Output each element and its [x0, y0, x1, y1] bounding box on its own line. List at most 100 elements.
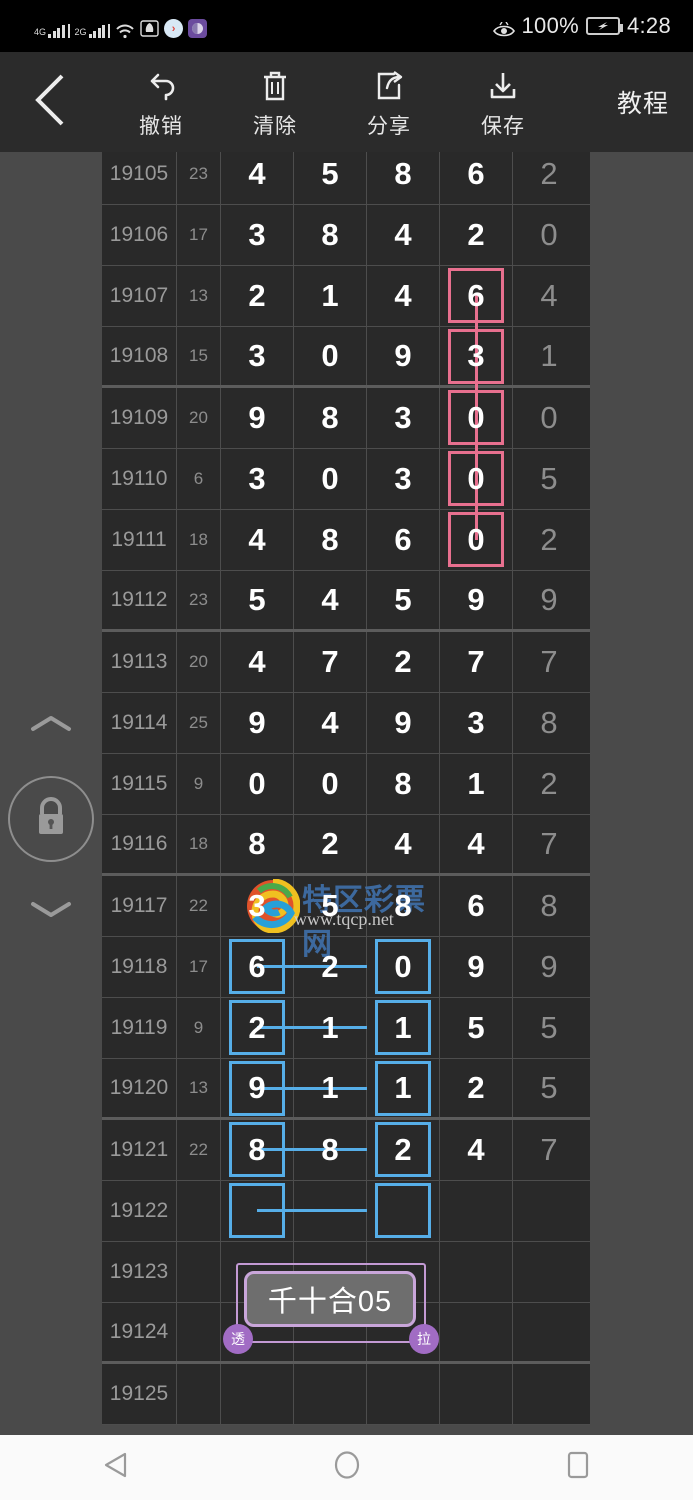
cell-digit[interactable]: 5	[367, 571, 440, 629]
cell-digit[interactable]	[440, 1242, 513, 1302]
cell-digit[interactable]	[440, 1303, 513, 1361]
cell-digit[interactable]: 3	[440, 693, 513, 753]
cell-digit[interactable]: 8	[367, 876, 440, 936]
cell-digit[interactable]: 9	[440, 571, 513, 629]
table-row[interactable]: 19116 18 8 2 4 4 7	[102, 815, 590, 876]
table-row[interactable]: 19120 13 9 1 1 2 5	[102, 1059, 590, 1120]
lottery-grid-table[interactable]: 19105 23 4 5 8 6 2 19106 17 3 8 4 2 0 19107 13 2 1 4 6 4 1910…	[102, 152, 590, 1425]
cell-digit[interactable]: 3	[367, 388, 440, 448]
cell-digit[interactable]: 5	[440, 998, 513, 1058]
cell-digit[interactable]: 4	[440, 815, 513, 873]
cell-digit[interactable]: 4	[294, 693, 367, 753]
cell-digit[interactable]: 9	[440, 937, 513, 997]
nav-recents-button[interactable]	[543, 1435, 613, 1500]
table-row[interactable]: 19109 20 9 8 3 0 0	[102, 382, 590, 456]
lock-control[interactable]	[4, 714, 98, 924]
cell-digit[interactable]: 4	[221, 510, 294, 570]
table-row[interactable]: 19114 25 9 4 9 3 8	[102, 693, 590, 754]
cell-digit[interactable]: 7	[440, 632, 513, 692]
lock-button[interactable]	[8, 776, 94, 862]
table-row[interactable]: 19106 17 3 8 4 2 0	[102, 205, 590, 266]
cell-digit[interactable]: 9	[367, 693, 440, 753]
cell-digit[interactable]: 7	[294, 632, 367, 692]
cell-digit[interactable]	[221, 1364, 294, 1424]
cell-digit[interactable]	[440, 1364, 513, 1424]
cell-digit[interactable]: 6	[367, 510, 440, 570]
cell-digit[interactable]: 5	[221, 571, 294, 629]
cell-digit[interactable]: 0	[440, 443, 513, 517]
cell-digit[interactable]: 5	[294, 152, 367, 204]
table-row[interactable]: 19115 9 0 0 8 1 2	[102, 754, 590, 815]
table-row[interactable]: 19105 23 4 5 8 6 2	[102, 152, 590, 205]
save-button[interactable]: 保存	[446, 52, 560, 152]
cell-digit[interactable]: 4	[367, 205, 440, 265]
cell-digit[interactable]: 8	[221, 1120, 367, 1180]
label-widget[interactable]: 千十合05 透 拉	[223, 1263, 439, 1354]
cell-digit[interactable]: 8	[294, 205, 367, 265]
cell-digit[interactable]: 2	[367, 632, 440, 692]
cell-digit[interactable]	[294, 1364, 367, 1424]
table-row[interactable]: 19122	[102, 1181, 590, 1242]
cell-digit[interactable]: 0	[294, 449, 367, 509]
cell-digit[interactable]: 8	[221, 815, 294, 873]
cell-digit[interactable]: 2	[440, 1059, 513, 1117]
cell-digit[interactable]: 3	[440, 321, 513, 395]
cell-digit[interactable]: 4	[221, 152, 294, 204]
cell-digit[interactable]: 8	[294, 388, 367, 448]
cell-digit[interactable]: 3	[221, 327, 294, 385]
cell-digit[interactable]: 0	[440, 504, 513, 570]
cell-digit[interactable]: 6	[440, 876, 513, 936]
table-row[interactable]: 19108 15 3 0 9 3 1	[102, 321, 590, 395]
cell-digit[interactable]: 1	[440, 754, 513, 814]
cell-digit[interactable]: 2	[221, 266, 294, 326]
cell-digit[interactable]: 6	[440, 266, 513, 334]
cell-digit[interactable]: 8	[367, 152, 440, 204]
table-row[interactable]: 19119 9 2 1 1 5 5	[102, 998, 590, 1059]
table-row[interactable]: 19110 6 3 0 3 0 5	[102, 443, 590, 517]
table-row[interactable]: 19118 17 6 2 0 9 9	[102, 937, 590, 998]
cell-digit[interactable]: 4	[294, 571, 367, 629]
table-row[interactable]: 19113 20 4 7 2 7 7	[102, 632, 590, 693]
cell-digit[interactable]: 1	[294, 266, 367, 326]
share-button[interactable]: 分享	[332, 52, 446, 152]
cell-digit[interactable]: 3	[367, 449, 440, 509]
cell-digit[interactable]: 4	[367, 266, 440, 326]
table-row[interactable]: 19107 13 2 1 4 6 4	[102, 266, 590, 334]
cell-digit[interactable]: 9	[221, 693, 294, 753]
clear-button[interactable]: 清除	[218, 52, 332, 152]
cell-digit[interactable]: 5	[294, 876, 367, 936]
cell-digit[interactable]: 9	[367, 327, 440, 385]
cell-digit[interactable]: 6	[221, 937, 367, 997]
cell-digit[interactable]: 0	[294, 754, 367, 814]
cell-digit[interactable]: 0	[440, 382, 513, 456]
cell-digit[interactable]: 2	[367, 1120, 440, 1180]
undo-button[interactable]: 撤销	[104, 52, 218, 152]
cell-digit[interactable]: 2	[440, 205, 513, 265]
nav-home-button[interactable]	[312, 1435, 382, 1500]
cell-digit[interactable]: 9	[221, 388, 294, 448]
cell-digit[interactable]: 8	[367, 754, 440, 814]
label-widget-chip[interactable]: 千十合05	[244, 1271, 416, 1327]
cell-digit[interactable]: 2	[294, 815, 367, 873]
chart-canvas[interactable]: 19105 23 4 5 8 6 2 19106 17 3 8 4 2 0 19107 13 2 1 4 6 4 1910…	[0, 152, 693, 1435]
cell-digit[interactable]	[367, 1181, 440, 1241]
label-handle-left[interactable]: 透	[223, 1324, 253, 1354]
cell-digit[interactable]: 0	[294, 327, 367, 385]
cell-digit[interactable]	[440, 1181, 513, 1241]
cell-digit[interactable]: 2	[221, 998, 367, 1058]
label-handle-right[interactable]: 拉	[409, 1324, 439, 1354]
cell-digit[interactable]: 0	[221, 754, 294, 814]
nav-back-button[interactable]	[81, 1435, 151, 1500]
table-row[interactable]: 19112 23 5 4 5 9 9	[102, 571, 590, 632]
cell-digit[interactable]: 0	[367, 937, 440, 997]
cell-digit[interactable]: 4	[367, 815, 440, 873]
table-row[interactable]: 19117 22 3 5 8 6 8	[102, 876, 590, 937]
table-row[interactable]: 19125	[102, 1364, 590, 1425]
cell-digit[interactable]: 4	[221, 632, 294, 692]
cell-digit[interactable]: 8	[294, 510, 367, 570]
tutorial-button[interactable]: 教程	[617, 84, 693, 120]
cell-digit[interactable]: 4	[440, 1120, 513, 1180]
cell-digit[interactable]: 3	[221, 205, 294, 265]
cell-digit[interactable]: 3	[221, 449, 294, 509]
cell-digit[interactable]	[221, 1181, 367, 1241]
